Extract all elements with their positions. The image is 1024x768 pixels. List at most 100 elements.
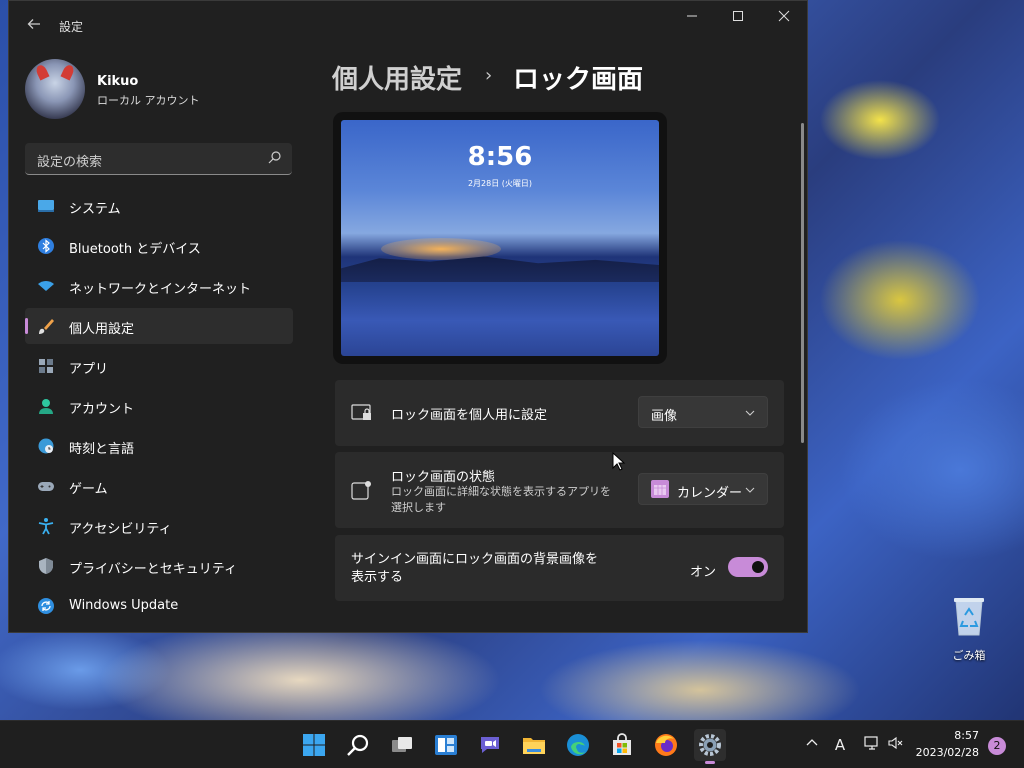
close-button[interactable] bbox=[761, 9, 807, 29]
sidebar-item-bluetooth[interactable]: Bluetooth とデバイス bbox=[25, 228, 293, 264]
setting-lock-screen-status[interactable]: ロック画面の状態 ロック画面に詳細な状態を表示するアプリを選択します カレンダー bbox=[335, 452, 784, 528]
edge-button[interactable] bbox=[562, 729, 594, 761]
status-icon bbox=[351, 481, 371, 500]
sidebar-item-label: 時刻と言語 bbox=[69, 442, 135, 457]
taskbar: A 8:57 2023/02/28 2 bbox=[0, 720, 1024, 768]
personalize-dropdown[interactable]: 画像 bbox=[638, 396, 768, 428]
close-icon bbox=[778, 10, 790, 22]
task-view-icon bbox=[392, 737, 412, 752]
taskbar-search-button[interactable] bbox=[342, 729, 374, 761]
start-button[interactable] bbox=[298, 729, 330, 761]
maximize-button[interactable] bbox=[715, 9, 761, 29]
sidebar-item-accounts[interactable]: アカウント bbox=[25, 388, 293, 424]
settings-window: 設定 Kikuo ローカル アカウント 設定の検索 システム Bluetooth… bbox=[8, 0, 808, 633]
calendar-icon bbox=[651, 480, 669, 498]
dropdown-value: 画像 bbox=[651, 409, 678, 424]
apps-icon bbox=[39, 359, 53, 373]
sidebar-item-accessibility[interactable]: アクセシビリティ bbox=[25, 508, 293, 544]
sidebar-nav: システム Bluetooth とデバイス ネットワークとインターネット 個人用設… bbox=[25, 188, 293, 628]
firefox-button[interactable] bbox=[650, 729, 682, 761]
store-icon bbox=[613, 733, 631, 755]
sidebar-item-label: ネットワークとインターネット bbox=[69, 282, 252, 297]
ime-indicator[interactable]: A bbox=[830, 735, 850, 755]
sidebar-item-network[interactable]: ネットワークとインターネット bbox=[25, 268, 293, 304]
arrow-left-icon bbox=[27, 19, 40, 29]
settings-taskbar-button[interactable] bbox=[694, 729, 726, 764]
breadcrumb-parent[interactable]: 個人用設定 bbox=[332, 59, 462, 96]
show-hidden-icons-button[interactable] bbox=[802, 735, 822, 755]
widgets-button[interactable] bbox=[430, 729, 462, 761]
active-indicator bbox=[705, 761, 715, 764]
widgets-icon bbox=[435, 735, 457, 755]
accessibility-icon bbox=[38, 518, 54, 535]
breadcrumb-separator: › bbox=[485, 65, 493, 86]
gamepad-icon bbox=[38, 482, 54, 491]
maximize-icon bbox=[733, 11, 743, 21]
sidebar-item-label: アプリ bbox=[69, 362, 109, 377]
sidebar-item-label: システム bbox=[69, 202, 121, 217]
preview-date: 2月28日 (火曜日) bbox=[467, 179, 533, 188]
avatar[interactable] bbox=[25, 59, 85, 119]
page-title: ロック画面 bbox=[513, 65, 644, 95]
brush-icon bbox=[39, 319, 54, 334]
back-button[interactable] bbox=[23, 15, 45, 37]
file-explorer-button[interactable] bbox=[518, 729, 550, 761]
file-explorer-icon bbox=[523, 738, 545, 754]
title-bar: 設定 bbox=[9, 1, 807, 49]
edge-icon bbox=[567, 734, 589, 756]
clock-time[interactable]: 8:57 bbox=[954, 729, 979, 742]
sidebar-item-system[interactable]: システム bbox=[25, 188, 293, 224]
sidebar-item-windows-update[interactable]: Windows Update bbox=[25, 588, 293, 624]
scrollbar[interactable] bbox=[801, 123, 804, 443]
task-view-button[interactable] bbox=[386, 729, 418, 761]
minimize-button[interactable] bbox=[669, 9, 715, 29]
signin-background-toggle[interactable] bbox=[728, 557, 768, 577]
setting-personalize-lock-screen[interactable]: ロック画面を個人用に設定 画像 bbox=[335, 380, 784, 446]
sidebar-item-label: 個人用設定 bbox=[69, 322, 135, 337]
lock-screen-preview: 8:56 2月28日 (火曜日) bbox=[333, 112, 667, 364]
teams-chat-icon bbox=[481, 737, 499, 753]
dropdown-value: カレンダー bbox=[677, 486, 743, 501]
search-icon bbox=[268, 151, 281, 164]
setting-signin-background[interactable]: サインイン画面にロック画面の背景画像を表示する オン bbox=[335, 535, 784, 601]
sidebar-item-label: プライバシーとセキュリティ bbox=[69, 562, 237, 577]
sidebar-item-personalization[interactable]: 個人用設定 bbox=[25, 308, 293, 344]
shield-icon bbox=[39, 558, 53, 574]
volume-button[interactable] bbox=[886, 735, 906, 755]
clock-date[interactable]: 2023/02/28 bbox=[916, 746, 979, 759]
setting-title: ロック画面の状態 bbox=[391, 470, 496, 485]
sidebar-item-privacy[interactable]: プライバシーとセキュリティ bbox=[25, 548, 293, 584]
sidebar-item-label: アクセシビリティ bbox=[69, 522, 172, 537]
settings-icon bbox=[699, 734, 721, 756]
network-button[interactable] bbox=[862, 735, 882, 755]
toggle-state-label: オン bbox=[689, 565, 716, 580]
search-input[interactable]: 設定の検索 bbox=[25, 143, 292, 175]
sidebar-item-label: Windows Update bbox=[69, 598, 179, 613]
notification-badge[interactable]: 2 bbox=[988, 737, 1006, 755]
toggle-knob bbox=[752, 561, 764, 573]
preview-time: 8:56 bbox=[467, 142, 533, 172]
firefox-icon bbox=[655, 734, 677, 756]
lock-screen-icon bbox=[351, 404, 371, 420]
search-icon bbox=[347, 734, 369, 756]
sidebar-item-gaming[interactable]: ゲーム bbox=[25, 468, 293, 504]
recycle-bin[interactable]: ごみ箱 bbox=[946, 595, 992, 665]
volume-muted-icon bbox=[888, 736, 903, 750]
user-name: Kikuo bbox=[97, 74, 139, 89]
chevron-down-icon bbox=[745, 410, 755, 416]
mouse-cursor-icon bbox=[612, 452, 626, 471]
sidebar-item-label: ゲーム bbox=[69, 482, 108, 497]
person-icon bbox=[39, 399, 53, 414]
lock-screen-image: 8:56 2月28日 (火曜日) bbox=[341, 120, 659, 356]
chat-button[interactable] bbox=[474, 729, 506, 761]
update-icon bbox=[38, 598, 54, 614]
recycle-bin-label: ごみ箱 bbox=[952, 649, 986, 662]
sidebar-item-apps[interactable]: アプリ bbox=[25, 348, 293, 384]
minimize-icon bbox=[687, 15, 697, 17]
store-button[interactable] bbox=[606, 729, 638, 761]
monitor-icon bbox=[38, 200, 54, 212]
search-placeholder: 設定の検索 bbox=[37, 155, 103, 170]
sidebar-item-time-language[interactable]: 時刻と言語 bbox=[25, 428, 293, 464]
status-dropdown[interactable]: カレンダー bbox=[638, 473, 768, 505]
chevron-up-icon bbox=[806, 739, 818, 746]
